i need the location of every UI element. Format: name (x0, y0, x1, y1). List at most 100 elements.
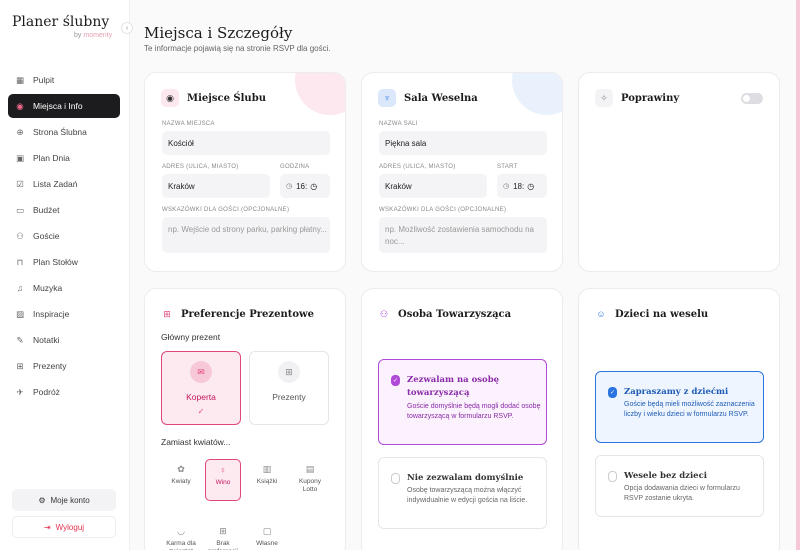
ticket-icon: ▤ (305, 464, 315, 474)
hints-label: WSKAZÓWKI DLA GOŚCI (OPCJONALNE) (379, 207, 507, 213)
reception-card: ♆ Sala Weselna NAZWA SALI Piękna sala AD… (361, 72, 563, 272)
sidebar-item-pulpit[interactable]: ▦ Pulpit (8, 68, 120, 92)
option-title: Wesele bez dzieci (624, 471, 707, 481)
sidebar-item-prezenty[interactable]: ⊞ Prezenty (8, 354, 120, 378)
radio-icon (391, 473, 400, 484)
gift-icon: ⊞ (278, 361, 300, 383)
check-icon: ✓ (197, 407, 205, 416)
sidebar-item-plan-stołów[interactable]: ⊓ Plan Stołów (8, 250, 120, 274)
flower-alternative-option[interactable]: ▤ Kupony Lotto (292, 459, 328, 501)
afterparty-toggle[interactable] (741, 93, 763, 104)
gear-icon: ⚙ (38, 495, 46, 505)
option-title: Zezwalam na osobę towarzyszącą (407, 375, 500, 398)
hints-textarea[interactable]: np. Wejście od strony parku, parking pła… (162, 217, 330, 253)
time-input[interactable]: ◷ 16: ◷ (280, 174, 330, 198)
flower-alternative-label: Brak preferencji (208, 540, 238, 550)
sidebar-item-lista-zadań[interactable]: ☑ Lista Zadań (8, 172, 120, 196)
address-input[interactable]: Kraków (162, 174, 270, 198)
address-input[interactable]: Kraków (379, 174, 487, 198)
flower-alternative-option[interactable]: ♀ Wino (205, 459, 241, 501)
music-icon: ♫ (16, 283, 24, 293)
logout-label: Wyloguj (55, 522, 85, 532)
option-description: Osobę towarzyszącą można włączyć indywid… (407, 487, 528, 504)
sidebar-item-notatki[interactable]: ✎ Notatki (8, 328, 120, 352)
page-subtitle: Te informacje pojawią się na stronie RSV… (144, 44, 331, 53)
card-title: Poprawiny (621, 92, 680, 104)
flower-alternative-label: Kwiaty (171, 478, 191, 485)
clock-icon: ◷ (286, 183, 293, 190)
card-header: ◉ Miejsce Ślubu (161, 89, 266, 107)
party-popper-icon: ✧ (595, 89, 613, 107)
flower-alternative-label: Kupony Lotto (298, 478, 322, 493)
flower-alternative-label: Książki (256, 478, 278, 485)
decorative-blob (512, 73, 562, 115)
gift-icon: ⊞ (16, 360, 24, 371)
hints-textarea[interactable]: np. Możliwość zostawienia samochodu na n… (379, 217, 547, 253)
children-deny-option[interactable]: Wesele bez dzieci Opcja dodawania dzieci… (595, 455, 764, 517)
sidebar-item-label: Strona Ślubna (33, 127, 87, 137)
venue-name-input[interactable]: Kościół (162, 131, 330, 155)
companion-deny-option[interactable]: Nie zezwalam domyślnie Osobę towarzysząc… (378, 457, 547, 529)
sidebar-item-miejsca-i-info[interactable]: ◉ Miejsca i Info (8, 94, 120, 118)
card-title: Osoba Towarzysząca (398, 308, 512, 320)
afterparty-card: ✧ Poprawiny (578, 72, 780, 272)
start-time-input[interactable]: ◷ 18: ◷ (497, 174, 547, 198)
my-account-button[interactable]: ⚙ Moje konto (12, 489, 116, 511)
gift-option-envelope[interactable]: ✉ Koperta ✓ (161, 351, 241, 425)
grid-icon: ▦ (15, 74, 25, 85)
sidebar-item-label: Muzyka (33, 283, 63, 293)
option-title: Nie zezwalam domyślnie (407, 473, 524, 483)
chevron-left-icon: ‹ (125, 24, 129, 32)
sidebar-item-budżet[interactable]: ▭ Budżet (8, 198, 120, 222)
location-pin-icon: ◉ (16, 100, 24, 111)
scrollbar-accent (796, 0, 800, 550)
flower-alternative-option[interactable]: ▥ Książki (249, 459, 285, 501)
users-icon: ⚇ (16, 230, 24, 241)
flower-alternative-option[interactable]: ▢ Własne (249, 521, 285, 550)
sidebar-item-strona-ślubna[interactable]: ⊕ Strona Ślubna (8, 120, 120, 144)
sidebar-item-muzyka[interactable]: ♫ Muzyka (8, 276, 120, 300)
page-title: Miejsca i Szczegóły (144, 24, 293, 42)
companion-allow-option[interactable]: ✓ Zezwalam na osobę towarzyszącą Goście … (378, 359, 547, 445)
children-card: ☺ Dzieci na weselu ✓ Zapraszamy z dziećm… (578, 288, 780, 550)
brand-logo: Planer ślubny by momenty (12, 14, 112, 39)
time-picker-icon[interactable]: ◷ (310, 182, 317, 191)
logout-button[interactable]: ⇥ Wyloguj (12, 516, 116, 538)
sidebar-item-inspiracje[interactable]: ▨ Inspiracje (8, 302, 120, 326)
address-label: ADRES (ULICA, MIASTO) (162, 164, 239, 170)
wallet-icon: ▭ (15, 204, 25, 215)
children-allow-option[interactable]: ✓ Zapraszamy z dziećmi Goście będą mieli… (595, 371, 764, 443)
sidebar-item-label: Miejsca i Info (33, 101, 83, 111)
sidebar-item-label: Plan Stołów (33, 257, 78, 267)
collapse-sidebar-button[interactable]: ‹ (121, 22, 133, 34)
brand-byline: by momenty (74, 32, 112, 39)
hints-label: WSKAZÓWKI DLA GOŚCI (OPCJONALNE) (162, 207, 290, 213)
flower-alternative-option[interactable]: ◡ Karma dla zwierząt (163, 521, 199, 550)
main-gift-label: Główny prezent (161, 332, 221, 342)
card-header: ♆ Sala Weselna (378, 89, 478, 107)
wine-icon: ♀ (219, 465, 227, 475)
gift-option-presents[interactable]: ⊞ Prezenty (249, 351, 329, 425)
sidebar-item-goście[interactable]: ⚇ Goście (8, 224, 120, 248)
sidebar-nav: ▦ Pulpit ◉ Miejsca i Info ⊕ Strona Ślubna ▣ Pla… (8, 68, 120, 406)
sidebar-item-podróż[interactable]: ✈ Podróż (8, 380, 120, 404)
card-title: Sala Weselna (404, 92, 478, 104)
time-picker-icon[interactable]: ◷ (527, 182, 534, 191)
venue-name-label: NAZWA SALI (379, 121, 418, 127)
microphone-icon: ♆ (378, 89, 396, 107)
globe-icon: ⊕ (16, 126, 24, 137)
book-icon: ▥ (262, 464, 272, 474)
address-label: ADRES (ULICA, MIASTO) (379, 164, 456, 170)
sidebar-item-label: Notatki (33, 335, 60, 345)
sidebar-item-plan-dnia[interactable]: ▣ Plan Dnia (8, 146, 120, 170)
card-header: ☺ Dzieci na weselu (595, 305, 708, 323)
brand-name: momenty (83, 32, 113, 39)
venue-name-label: NAZWA MIEJSCA (162, 121, 215, 127)
flower-alternative-option[interactable]: ⊞ Brak preferencji (205, 521, 241, 550)
hall-name-input[interactable]: Piękna sala (379, 131, 547, 155)
flower-alternative-option[interactable]: ✿ Kwiaty (163, 459, 199, 501)
brand-title: Planer ślubny (12, 14, 110, 30)
users-icon: ⚇ (378, 305, 390, 323)
notes-icon: ✎ (16, 334, 24, 345)
sidebar-item-label: Goście (33, 231, 60, 241)
